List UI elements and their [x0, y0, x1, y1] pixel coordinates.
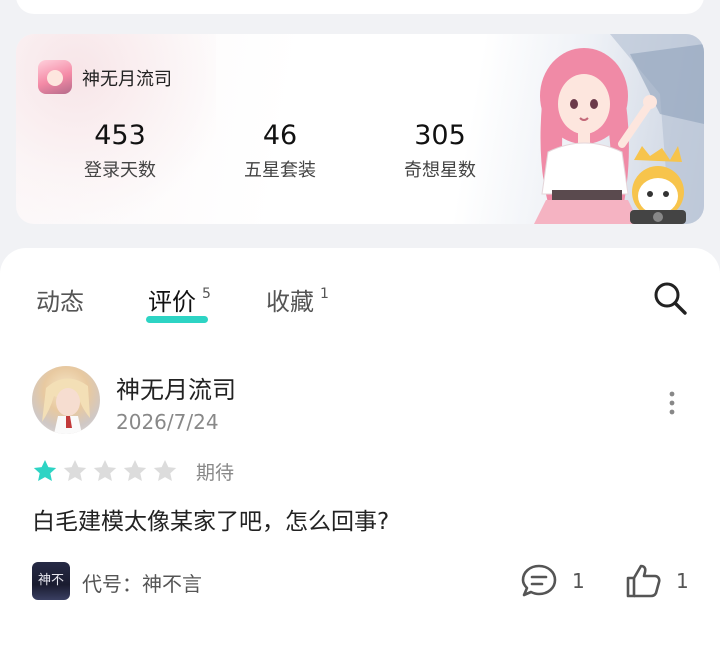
source-game-name[interactable]: 代号：神不言	[82, 568, 202, 597]
like-count: 1	[676, 569, 689, 593]
thumbs-up-icon	[626, 564, 661, 598]
star-empty-icon	[123, 459, 147, 481]
more-options-icon[interactable]	[662, 388, 682, 418]
tab-count: 5	[202, 286, 211, 302]
stat-fantasy-stars: 305 奇想星数	[360, 120, 520, 182]
game-icon	[38, 60, 72, 94]
reviewer-avatar[interactable]	[32, 366, 100, 434]
rating-label: 期待	[196, 462, 235, 484]
top-card-fragment	[16, 0, 704, 14]
stat-label: 登录天数	[84, 160, 156, 181]
stat-value: 305	[414, 120, 466, 151]
reviewer-name[interactable]: 神无月流司	[116, 370, 236, 405]
stat-value: 46	[262, 120, 298, 151]
star-empty-icon	[153, 459, 177, 481]
tab-favorites[interactable]: 收藏 1	[266, 282, 329, 317]
review-text: 白毛建模太像某家了吧，怎么回事?	[32, 509, 390, 535]
source-game-icon[interactable]: 神不言	[32, 562, 70, 600]
comment-count: 1	[572, 569, 585, 593]
stat-label: 五星套装	[244, 160, 316, 181]
search-icon[interactable]	[650, 278, 690, 318]
comment-icon	[521, 564, 557, 597]
active-tab-indicator	[146, 316, 208, 323]
tab-count: 1	[320, 286, 329, 302]
game-name: 神无月流司	[82, 69, 172, 90]
stat-five-star-sets: 46 五星套装	[200, 120, 360, 182]
like-button[interactable]: 1	[624, 562, 689, 600]
source-icon-text: 神不言	[37, 573, 64, 588]
stat-login-days: 453 登录天数	[40, 120, 200, 182]
stat-label: 奇想星数	[404, 160, 476, 181]
tab-feed[interactable]: 动态	[36, 282, 84, 317]
content-panel: 动态 评价 5 收藏 1 神无月流司 2026/7/24 期待 白毛建模太像某家了吧…	[0, 248, 720, 648]
tab-label: 收藏	[266, 288, 314, 316]
stat-value: 453	[94, 120, 146, 151]
star-rating	[32, 458, 178, 484]
star-empty-icon	[93, 459, 117, 481]
tab-reviews[interactable]: 评价 5	[148, 282, 211, 317]
tab-label: 动态	[36, 288, 84, 316]
star-empty-icon	[63, 459, 87, 481]
character-illustration	[534, 34, 704, 224]
tab-label: 评价	[148, 288, 196, 316]
review-date: 2026/7/24	[116, 410, 219, 434]
star-filled-icon	[33, 459, 57, 481]
comment-button[interactable]: 1	[520, 562, 585, 600]
game-stats-card[interactable]: 神无月流司 453 登录天数 46 五星套装 305 奇想星数	[16, 34, 704, 224]
